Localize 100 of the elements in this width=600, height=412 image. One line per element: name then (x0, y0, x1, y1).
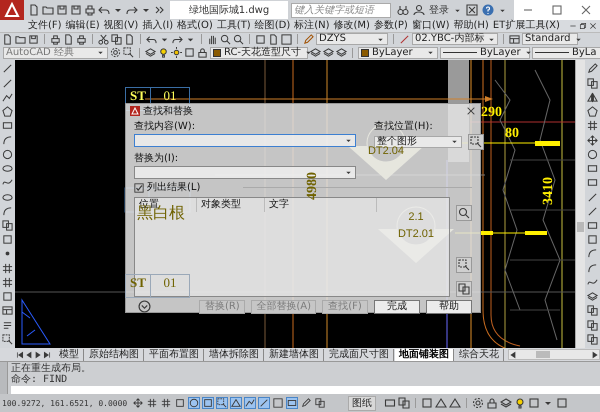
layers-icon[interactable] (336, 47, 347, 58)
expand-icon[interactable] (138, 300, 151, 314)
menu-item[interactable]: 标注(N) (294, 20, 330, 32)
bulb-icon[interactable] (514, 397, 526, 410)
document-icon[interactable] (268, 34, 279, 45)
circle-icon[interactable] (587, 148, 598, 160)
close-icon[interactable] (466, 106, 476, 116)
pencil-icon[interactable] (303, 34, 314, 45)
menu-item[interactable]: 绘图(D) (254, 20, 290, 32)
arc-icon[interactable] (2, 134, 13, 146)
copy-icon[interactable] (587, 320, 598, 331)
circle-icon[interactable] (2, 148, 13, 160)
dashed-selection-icon[interactable] (468, 134, 484, 150)
line-icon[interactable] (399, 34, 410, 45)
checkbox-icon[interactable] (134, 182, 144, 193)
copy-icon[interactable] (587, 334, 598, 345)
forward-icon[interactable] (591, 350, 599, 359)
grid-icon[interactable] (160, 397, 172, 410)
color-dropdown[interactable]: ByLayer (358, 46, 438, 59)
magnifier-icon[interactable] (233, 34, 244, 45)
user-icon[interactable] (413, 4, 425, 16)
table-icon[interactable] (509, 34, 520, 45)
grid-icon[interactable] (2, 276, 13, 288)
arc-icon[interactable] (587, 262, 598, 274)
ellipse-icon[interactable] (2, 192, 13, 202)
restore-icon[interactable] (579, 22, 587, 30)
gear-icon[interactable] (110, 47, 121, 58)
maximize-icon[interactable] (550, 4, 563, 16)
square-icon[interactable] (2, 234, 13, 246)
polygon-icon[interactable] (2, 106, 13, 118)
skip-back-icon[interactable] (16, 350, 24, 359)
crossed-box-icon[interactable] (466, 4, 478, 16)
menu-item[interactable]: 工具(T) (216, 20, 251, 32)
linetype-dropdown[interactable]: ByLayer (440, 46, 530, 59)
sun-icon[interactable] (171, 47, 182, 58)
back-icon[interactable] (509, 350, 517, 359)
printer-icon[interactable] (76, 34, 87, 45)
copy-icon[interactable] (398, 397, 410, 410)
square-icon[interactable] (184, 47, 195, 58)
polygon-icon[interactable] (587, 106, 598, 118)
layer-dropdown[interactable]: RC-天花造型尺寸 (210, 46, 308, 59)
vertical-scrollbar[interactable] (575, 60, 585, 348)
ellipse-icon[interactable] (2, 163, 13, 174)
menu-item[interactable]: 参数(P) (374, 20, 408, 32)
copy-icon[interactable] (111, 34, 122, 45)
find-combo-field[interactable] (134, 134, 356, 147)
grid-icon[interactable] (2, 262, 13, 274)
scrollbar-thumb[interactable] (536, 351, 550, 358)
menu-item[interactable]: 帮助(H) (454, 20, 489, 32)
rectangle-icon[interactable] (286, 397, 298, 410)
menu-item[interactable]: 编辑(E) (66, 20, 100, 32)
document-icon[interactable] (63, 34, 74, 45)
lineweight-dropdown[interactable]: ByLa (532, 46, 600, 59)
maximize-icon[interactable] (556, 397, 568, 410)
dialog-button[interactable]: 完成 (374, 300, 420, 314)
document-icon[interactable] (2, 34, 13, 45)
dashed-selection-icon[interactable] (216, 397, 228, 410)
layers-icon[interactable] (323, 47, 334, 58)
table-style-dropdown[interactable]: Standard (522, 33, 578, 46)
copy-icon[interactable] (587, 305, 598, 316)
pencil-icon[interactable] (300, 397, 312, 410)
copy-icon[interactable] (314, 397, 326, 410)
gear-icon[interactable] (472, 397, 484, 410)
search-field[interactable]: 键入关键字或短语 (291, 2, 391, 18)
box-icon[interactable] (281, 34, 292, 45)
move-arrows-icon[interactable] (132, 397, 144, 410)
lock-icon[interactable] (197, 47, 208, 58)
dimension-style-dropdown[interactable]: 02.YBC-内部标 (412, 33, 498, 46)
sign-in-link[interactable]: 登录 (429, 3, 449, 17)
copy-icon[interactable] (456, 280, 472, 297)
triangle-icon[interactable] (449, 397, 461, 410)
menu-item[interactable]: 插入(I) (142, 20, 174, 32)
menu-item[interactable]: ET扩展工具(X) (492, 20, 560, 32)
square-icon[interactable] (528, 397, 540, 410)
document-icon[interactable] (124, 34, 135, 45)
folder-icon[interactable] (15, 34, 26, 45)
square-icon[interactable] (2, 291, 13, 302)
rectangle-icon[interactable] (587, 220, 598, 231)
menu-item[interactable]: 修改(M) (334, 20, 370, 32)
triangle-icon[interactable] (435, 397, 447, 410)
floppy-icon[interactable] (70, 4, 82, 16)
redo-icon[interactable] (126, 4, 138, 16)
menu-item[interactable]: 视图(V) (104, 20, 138, 32)
chevrons-icon[interactable] (154, 4, 166, 16)
layers-icon[interactable] (500, 397, 512, 410)
arc-icon[interactable] (587, 248, 598, 260)
line-icon[interactable] (587, 206, 598, 217)
layers-icon[interactable] (310, 47, 321, 58)
forward-icon[interactable] (34, 350, 42, 359)
line-icon[interactable] (258, 397, 270, 410)
redo-icon[interactable] (172, 34, 183, 45)
layers-icon[interactable] (587, 291, 598, 302)
workspace-dropdown[interactable]: AutoCAD 经典 (3, 46, 108, 59)
magnifier-icon[interactable] (456, 204, 472, 221)
layout-tab[interactable]: 地面铺装图 (395, 348, 454, 361)
floppy-icon[interactable] (28, 34, 39, 45)
line-icon[interactable] (2, 78, 13, 89)
copy-icon[interactable] (2, 220, 13, 231)
menu-item[interactable]: 格式(O) (177, 20, 213, 32)
line-icon[interactable] (2, 63, 13, 74)
